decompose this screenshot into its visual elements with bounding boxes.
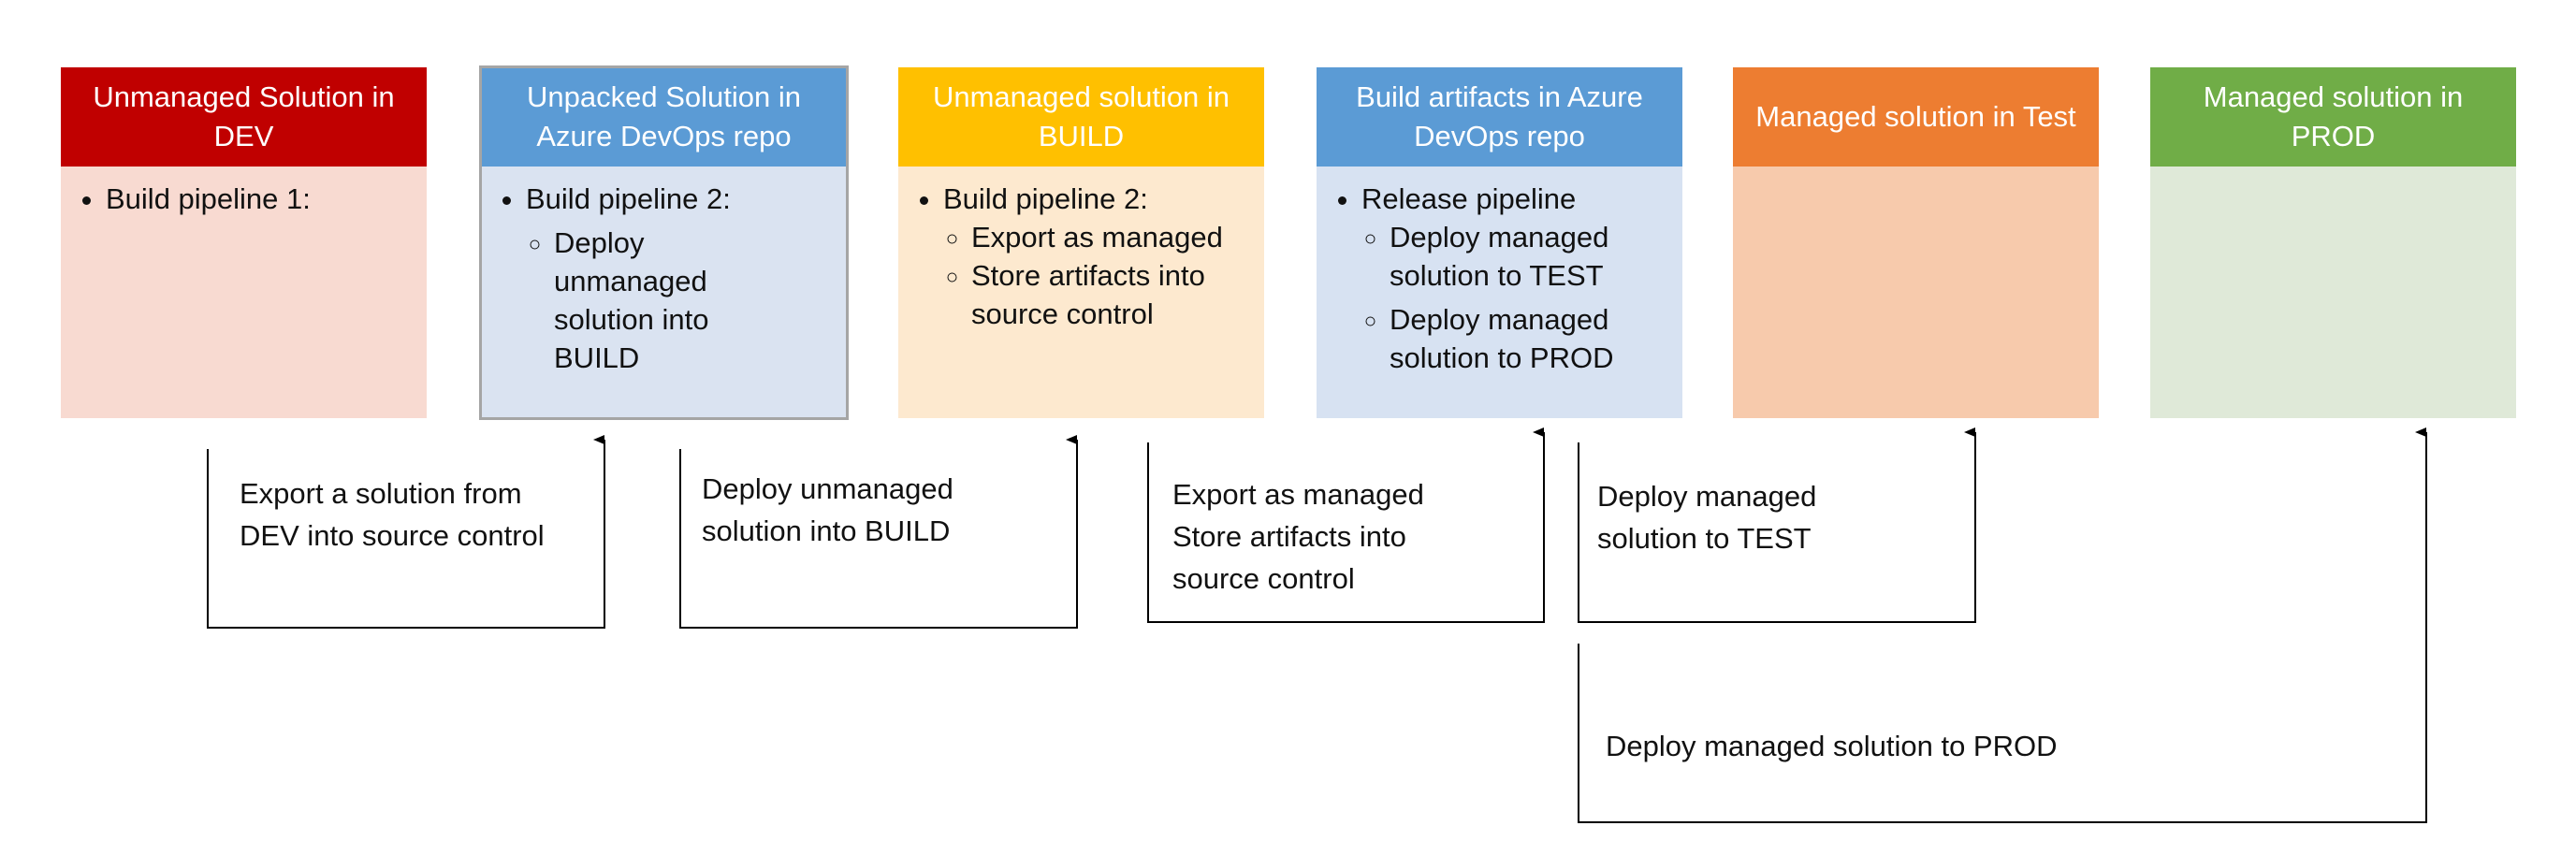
stage-dev: Unmanaged Solution in DEV Build pipeline… bbox=[61, 67, 427, 418]
stage-header: Managed solution in Test bbox=[1733, 67, 2099, 167]
pipeline-diagram: Unmanaged Solution in DEV Build pipeline… bbox=[0, 0, 2576, 855]
bullet-item: Build pipeline 2: Export as managed Stor… bbox=[943, 180, 1247, 333]
transition-label-deploy-prod: Deploy managed solution to PROD bbox=[1606, 725, 2057, 767]
transition-label-export: Export a solution from DEV into source c… bbox=[240, 472, 545, 557]
transition-label-deploy-test: Deploy managed solution to TEST bbox=[1597, 475, 1816, 559]
bullet-text: Build pipeline 2: bbox=[943, 182, 1148, 215]
label-line: Store artifacts into bbox=[1172, 520, 1406, 553]
bullet-text: Release pipeline bbox=[1361, 182, 1577, 215]
stage-build: Unmanaged solution in BUILD Build pipeli… bbox=[898, 67, 1264, 418]
stage-test: Managed solution in Test bbox=[1733, 67, 2099, 418]
label-line: source control bbox=[1172, 562, 1355, 595]
label-line: Export as managed bbox=[1172, 478, 1424, 511]
transition-label-deploy-build: Deploy unmanaged solution into BUILD bbox=[702, 468, 953, 552]
stage-header: Unmanaged solution in BUILD bbox=[898, 67, 1264, 167]
bullet-item: Release pipeline Deploy managed solution… bbox=[1361, 180, 1666, 377]
stage-prod: Managed solution in PROD bbox=[2150, 67, 2516, 418]
label-line: Deploy unmanaged bbox=[702, 472, 953, 505]
stage-body: Release pipeline Deploy managed solution… bbox=[1317, 167, 1682, 418]
bullet-text: Build pipeline 2: bbox=[526, 182, 731, 215]
sub-bullet-item: Store artifacts into source control bbox=[971, 256, 1247, 333]
stage-body: Build pipeline 2: Export as managed Stor… bbox=[898, 167, 1264, 418]
stage-body bbox=[2150, 167, 2516, 418]
sub-bullet-item: Deploy managed solution to PROD bbox=[1390, 300, 1666, 377]
stage-body bbox=[1733, 167, 2099, 418]
stage-header: Unmanaged Solution in DEV bbox=[61, 67, 427, 167]
label-line: Export a solution from bbox=[240, 477, 522, 510]
label-line: solution into BUILD bbox=[702, 514, 951, 547]
sub-bullet-item: Deploy managed solution to TEST bbox=[1390, 218, 1666, 295]
label-line: Deploy managed bbox=[1597, 480, 1817, 513]
label-line: DEV into source control bbox=[240, 519, 545, 552]
stage-header: Unpacked Solution in Azure DevOps repo bbox=[481, 67, 847, 167]
sub-bullet-item: Export as managed bbox=[971, 218, 1247, 256]
bullet-item: Build pipeline 1: bbox=[106, 180, 410, 218]
stage-header: Build artifacts in Azure DevOps repo bbox=[1317, 67, 1682, 167]
label-line: solution to TEST bbox=[1597, 522, 1812, 555]
stage-artifacts-repo: Build artifacts in Azure DevOps repo Rel… bbox=[1317, 67, 1682, 418]
sub-bullet-item: Deploy unmanaged solution into BUILD bbox=[554, 224, 769, 377]
stage-header: Managed solution in PROD bbox=[2150, 67, 2516, 167]
label-line: Deploy managed solution to PROD bbox=[1606, 730, 2058, 762]
stage-unpacked-repo: Unpacked Solution in Azure DevOps repo B… bbox=[479, 65, 849, 420]
stage-body: Build pipeline 2: Deploy unmanaged solut… bbox=[481, 167, 847, 418]
stage-body: Build pipeline 1: bbox=[61, 167, 427, 418]
bullet-item: Build pipeline 2: Deploy unmanaged solut… bbox=[526, 180, 830, 377]
transition-label-export-managed: Export as managed Store artifacts into s… bbox=[1172, 473, 1424, 600]
